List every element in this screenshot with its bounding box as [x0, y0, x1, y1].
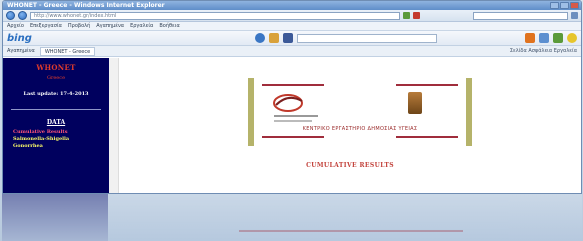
close-button[interactable]	[570, 2, 579, 9]
page-heading: CUMULATIVE RESULTS	[306, 162, 394, 169]
menu-item-file[interactable]: Αρχείο	[7, 23, 24, 29]
banner-caption: ΚΕΝΤΡΙΚΟ ΕΡΓΑΣΤΗΡΙΟ ΔΗΜΟΣΙΑΣ ΥΓΕΙΑΣ	[302, 126, 418, 132]
back-button[interactable]	[6, 11, 15, 20]
menu-item-view[interactable]: Προβολή	[68, 23, 90, 29]
menu-item-help[interactable]: Βοήθεια	[159, 23, 179, 29]
link-cumulative-results[interactable]: Cumulative Results	[13, 129, 109, 136]
command-bar[interactable]: Σελίδα Ασφάλεια Εργαλεία	[510, 48, 577, 54]
main-frame: ΚΕΝΤΡΙΚΟ ΕΡΓΑΣΤΗΡΙΟ ΔΗΜΟΣΙΑΣ ΥΓΕΙΑΣ CUMU…	[119, 58, 581, 193]
rule-reflection	[239, 230, 463, 232]
last-update: Last update: 17-4-2013	[23, 91, 89, 97]
header-banner: ΚΕΝΤΡΙΚΟ ΕΡΓΑΣΤΗΡΙΟ ΔΗΜΟΣΙΑΣ ΥΓΕΙΑΣ	[248, 78, 472, 146]
bing-search-input[interactable]	[297, 33, 437, 43]
link-gonorrhea[interactable]: Gonorrhea	[13, 143, 109, 150]
address-toolbar: http://www.whonet.gr/index.html	[3, 10, 581, 22]
site-title: WHONET	[36, 63, 76, 72]
data-heading: DATA	[46, 119, 66, 126]
search-icon[interactable]	[571, 12, 578, 19]
banner-left-bar	[248, 78, 254, 146]
title-bar: WHONET - Greece - Windows Internet Explo…	[3, 1, 581, 10]
kedy-logo-icon	[273, 94, 318, 122]
bookmark-icon[interactable]	[269, 33, 279, 43]
divider	[11, 109, 101, 110]
site-subtitle: Greece	[46, 75, 66, 81]
page-content: WHONET Greece Last update: 17-4-2013 DAT…	[3, 58, 581, 193]
reflection	[2, 194, 582, 241]
bing-toolbar: bing	[3, 31, 581, 46]
window-controls	[550, 2, 581, 9]
window-title: WHONET - Greece - Windows Internet Explo…	[7, 2, 165, 9]
sidebar: WHONET Greece Last update: 17-4-2013 DAT…	[3, 58, 109, 193]
banner-right-bar	[466, 78, 472, 146]
screen: WHONET - Greece - Windows Internet Explo…	[0, 0, 583, 241]
tab-whonet[interactable]: WHONET - Greece	[39, 46, 96, 56]
address-input[interactable]: http://www.whonet.gr/index.html	[30, 11, 400, 20]
link-salmonella-shigella[interactable]: Salmonella-Shigella	[13, 136, 109, 143]
menu-item-favorites[interactable]: Αγαπημένα	[96, 23, 124, 29]
search-input[interactable]	[473, 11, 568, 20]
mail-icon[interactable]	[525, 33, 535, 43]
bing-logo: bing	[7, 32, 32, 44]
data-links: Cumulative Results Salmonella-Shigella G…	[3, 129, 109, 150]
frame-gutter	[109, 58, 119, 193]
people-icon[interactable]	[553, 33, 563, 43]
forward-button[interactable]	[18, 11, 27, 20]
menu-bar: Αρχείο Επεξεργασία Προβολή Αγαπημένα Εργ…	[3, 22, 581, 31]
banner-rule	[262, 84, 324, 86]
banner-rule	[396, 136, 458, 138]
refresh-icon[interactable]	[403, 12, 410, 19]
favorites-button[interactable]: Αγαπημένα	[7, 48, 35, 54]
browser-window: WHONET - Greece - Windows Internet Explo…	[2, 0, 582, 194]
like-icon[interactable]	[539, 33, 549, 43]
sidebar-reflection	[2, 194, 108, 241]
edit-icon[interactable]	[255, 33, 265, 43]
banner-rule	[396, 84, 458, 86]
stop-icon[interactable]	[413, 12, 420, 19]
maximize-button[interactable]	[560, 2, 569, 9]
settings-icon[interactable]	[567, 33, 577, 43]
minimize-button[interactable]	[550, 2, 559, 9]
banner-rule	[262, 136, 324, 138]
favorites-bar: Αγαπημένα WHONET - Greece Σελίδα Ασφάλει…	[3, 46, 581, 57]
menu-item-tools[interactable]: Εργαλεία	[130, 23, 153, 29]
menu-item-edit[interactable]: Επεξεργασία	[30, 23, 62, 29]
institution-crest-icon	[408, 92, 422, 114]
facebook-icon[interactable]	[283, 33, 293, 43]
